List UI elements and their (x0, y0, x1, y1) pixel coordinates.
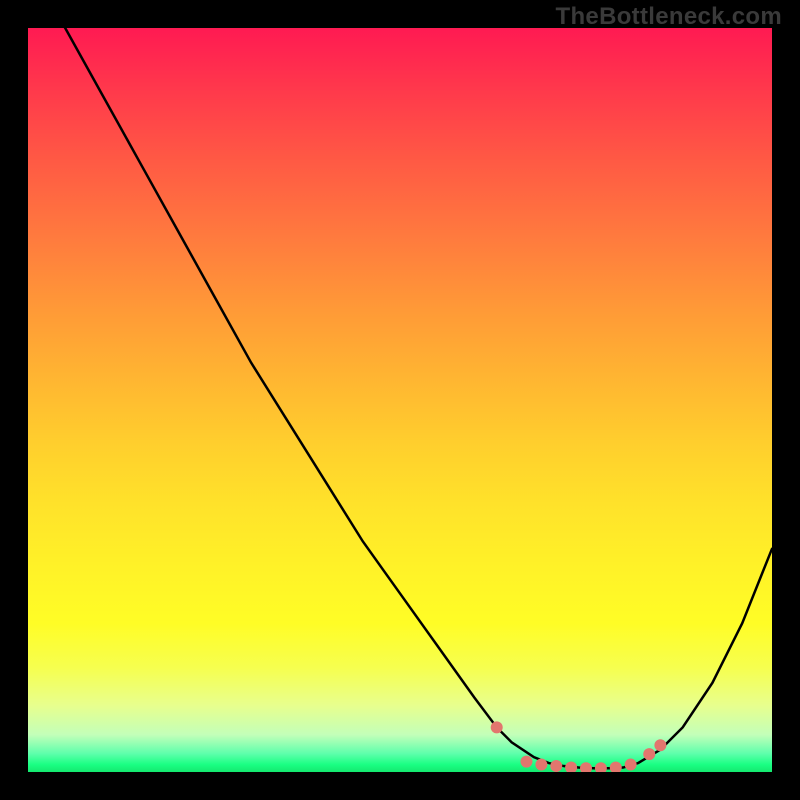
marker-dot (565, 762, 577, 772)
marker-dot (550, 760, 562, 772)
marker-dot (643, 748, 655, 760)
marker-dot (625, 759, 637, 771)
marker-dot (520, 756, 532, 768)
curve-line (28, 28, 772, 768)
marker-dot (535, 759, 547, 771)
marker-dot (580, 762, 592, 772)
chart-area (28, 28, 772, 772)
chart-svg (28, 28, 772, 772)
watermark-text: TheBottleneck.com (556, 3, 782, 31)
marker-dot (654, 739, 666, 751)
marker-dot (610, 762, 622, 772)
marker-dot (491, 721, 503, 733)
marker-dot (595, 762, 607, 772)
